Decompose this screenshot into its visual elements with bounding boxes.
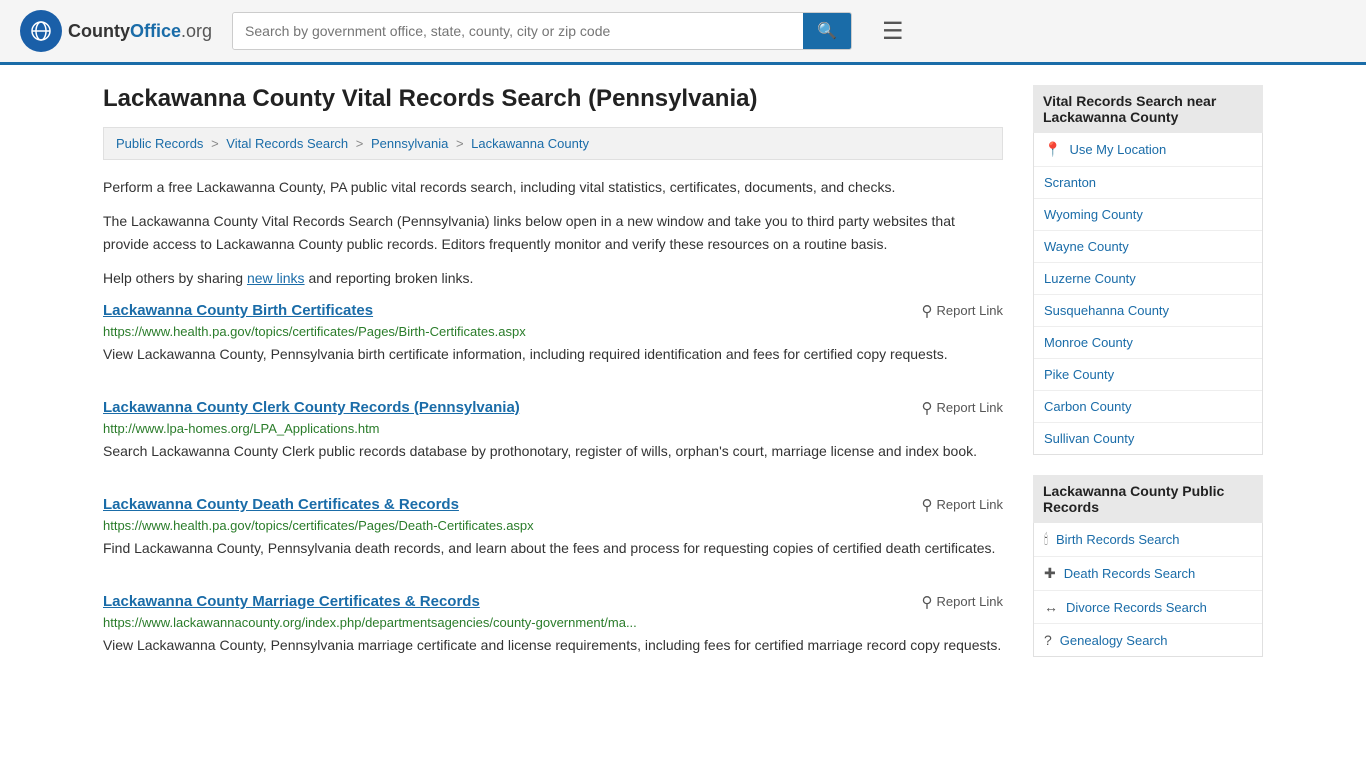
result-card: Lackawanna County Marriage Certificates … bbox=[103, 593, 1003, 666]
sidebar-nearby-item: 📍Use My Location bbox=[1034, 133, 1262, 167]
logo-icon bbox=[20, 10, 62, 52]
sidebar-public-records-title: Lackawanna County Public Records bbox=[1033, 475, 1263, 523]
report-icon: ⚲ bbox=[922, 302, 933, 320]
results-list: Lackawanna County Birth Certificates ⚲ R… bbox=[103, 302, 1003, 666]
sidebar-records-item: ↔Divorce Records Search bbox=[1034, 591, 1262, 624]
sidebar-nearby-link-8[interactable]: Carbon County bbox=[1034, 391, 1262, 422]
sidebar-nearby-item: Luzerne County bbox=[1034, 263, 1262, 295]
result-url-3[interactable]: https://www.lackawannacounty.org/index.p… bbox=[103, 615, 1003, 630]
description-para3: Help others by sharing new links and rep… bbox=[103, 267, 1003, 289]
page-title: Lackawanna County Vital Records Search (… bbox=[103, 85, 1003, 113]
result-desc-2: Find Lackawanna County, Pennsylvania dea… bbox=[103, 538, 1003, 559]
result-url-1[interactable]: http://www.lpa-homes.org/LPA_Application… bbox=[103, 421, 1003, 436]
sidebar: Vital Records Search near Lackawanna Cou… bbox=[1033, 85, 1263, 690]
sidebar-nearby-link-1[interactable]: Scranton bbox=[1034, 167, 1262, 198]
hamburger-menu-icon[interactable]: ☰ bbox=[882, 17, 904, 46]
result-header: Lackawanna County Clerk County Records (… bbox=[103, 399, 1003, 417]
sidebar-records-link-0[interactable]: 🕯Birth Records Search bbox=[1034, 523, 1262, 556]
sidebar-nearby-item: Carbon County bbox=[1034, 391, 1262, 423]
result-desc-3: View Lackawanna County, Pennsylvania mar… bbox=[103, 635, 1003, 656]
sidebar-nearby-item: Susquehanna County bbox=[1034, 295, 1262, 327]
records-icon-3: ? bbox=[1044, 632, 1052, 648]
search-bar: 🔍 bbox=[232, 12, 852, 50]
location-icon: 📍 bbox=[1044, 141, 1061, 158]
breadcrumb: Public Records > Vital Records Search > … bbox=[103, 127, 1003, 160]
report-link-0[interactable]: ⚲ Report Link bbox=[922, 302, 1003, 320]
sidebar-records-item: ✚Death Records Search bbox=[1034, 557, 1262, 591]
sidebar-nearby-item: Pike County bbox=[1034, 359, 1262, 391]
result-header: Lackawanna County Marriage Certificates … bbox=[103, 593, 1003, 611]
report-icon: ⚲ bbox=[922, 399, 933, 417]
report-link-3[interactable]: ⚲ Report Link bbox=[922, 593, 1003, 611]
result-header: Lackawanna County Birth Certificates ⚲ R… bbox=[103, 302, 1003, 320]
sidebar-public-records-section: Lackawanna County Public Records 🕯Birth … bbox=[1033, 475, 1263, 657]
report-link-1[interactable]: ⚲ Report Link bbox=[922, 399, 1003, 417]
search-button[interactable]: 🔍 bbox=[803, 13, 851, 49]
main-content: Lackawanna County Vital Records Search (… bbox=[103, 85, 1003, 690]
sidebar-nearby-link-5[interactable]: Susquehanna County bbox=[1034, 295, 1262, 326]
content-wrapper: Lackawanna County Vital Records Search (… bbox=[83, 65, 1283, 710]
report-icon: ⚲ bbox=[922, 496, 933, 514]
result-card: Lackawanna County Clerk County Records (… bbox=[103, 399, 1003, 472]
result-desc-0: View Lackawanna County, Pennsylvania bir… bbox=[103, 344, 1003, 365]
sidebar-records-item: 🕯Birth Records Search bbox=[1034, 523, 1262, 557]
records-icon-2: ↔ bbox=[1044, 599, 1058, 615]
logo[interactable]: CountyOffice.org bbox=[20, 10, 212, 52]
breadcrumb-vital-records-search[interactable]: Vital Records Search bbox=[226, 136, 348, 151]
breadcrumb-pennsylvania[interactable]: Pennsylvania bbox=[371, 136, 448, 151]
sidebar-records-link-3[interactable]: ?Genealogy Search bbox=[1034, 624, 1262, 656]
breadcrumb-public-records[interactable]: Public Records bbox=[116, 136, 203, 151]
sidebar-records-item: ?Genealogy Search bbox=[1034, 624, 1262, 656]
sidebar-records-link-1[interactable]: ✚Death Records Search bbox=[1034, 557, 1262, 590]
result-title-3[interactable]: Lackawanna County Marriage Certificates … bbox=[103, 593, 480, 610]
result-title-0[interactable]: Lackawanna County Birth Certificates bbox=[103, 302, 373, 319]
report-link-2[interactable]: ⚲ Report Link bbox=[922, 496, 1003, 514]
header: CountyOffice.org 🔍 ☰ bbox=[0, 0, 1366, 65]
result-card: Lackawanna County Birth Certificates ⚲ R… bbox=[103, 302, 1003, 375]
sidebar-nearby-title: Vital Records Search near Lackawanna Cou… bbox=[1033, 85, 1263, 133]
result-header: Lackawanna County Death Certificates & R… bbox=[103, 496, 1003, 514]
sidebar-nearby-link-3[interactable]: Wayne County bbox=[1034, 231, 1262, 262]
result-url-2[interactable]: https://www.health.pa.gov/topics/certifi… bbox=[103, 518, 1003, 533]
records-icon-1: ✚ bbox=[1044, 565, 1056, 582]
search-input[interactable] bbox=[233, 13, 803, 49]
sidebar-nearby-link-9[interactable]: Sullivan County bbox=[1034, 423, 1262, 454]
sidebar-nearby-section: Vital Records Search near Lackawanna Cou… bbox=[1033, 85, 1263, 455]
sidebar-nearby-item: Wyoming County bbox=[1034, 199, 1262, 231]
breadcrumb-lackawanna-county[interactable]: Lackawanna County bbox=[471, 136, 589, 151]
sidebar-nearby-link-2[interactable]: Wyoming County bbox=[1034, 199, 1262, 230]
sidebar-public-records-list: 🕯Birth Records Search✚Death Records Sear… bbox=[1033, 523, 1263, 657]
sidebar-records-link-2[interactable]: ↔Divorce Records Search bbox=[1034, 591, 1262, 623]
new-links-link[interactable]: new links bbox=[247, 270, 305, 286]
sidebar-nearby-item: Sullivan County bbox=[1034, 423, 1262, 454]
sidebar-nearby-item: Wayne County bbox=[1034, 231, 1262, 263]
sidebar-nearby-item: Monroe County bbox=[1034, 327, 1262, 359]
sidebar-nearby-item: Scranton bbox=[1034, 167, 1262, 199]
sidebar-nearby-link-6[interactable]: Monroe County bbox=[1034, 327, 1262, 358]
logo-text: CountyOffice.org bbox=[68, 21, 212, 42]
result-desc-1: Search Lackawanna County Clerk public re… bbox=[103, 441, 1003, 462]
result-title-1[interactable]: Lackawanna County Clerk County Records (… bbox=[103, 399, 520, 416]
result-card: Lackawanna County Death Certificates & R… bbox=[103, 496, 1003, 569]
result-title-2[interactable]: Lackawanna County Death Certificates & R… bbox=[103, 496, 459, 513]
description-para2: The Lackawanna County Vital Records Sear… bbox=[103, 210, 1003, 255]
report-icon: ⚲ bbox=[922, 593, 933, 611]
records-icon-0: 🕯 bbox=[1044, 531, 1048, 548]
sidebar-nearby-link-4[interactable]: Luzerne County bbox=[1034, 263, 1262, 294]
sidebar-nearby-link-0[interactable]: 📍Use My Location bbox=[1034, 133, 1262, 166]
sidebar-nearby-list: 📍Use My LocationScrantonWyoming CountyWa… bbox=[1033, 133, 1263, 455]
result-url-0[interactable]: https://www.health.pa.gov/topics/certifi… bbox=[103, 324, 1003, 339]
sidebar-nearby-link-7[interactable]: Pike County bbox=[1034, 359, 1262, 390]
description-para1: Perform a free Lackawanna County, PA pub… bbox=[103, 176, 1003, 198]
